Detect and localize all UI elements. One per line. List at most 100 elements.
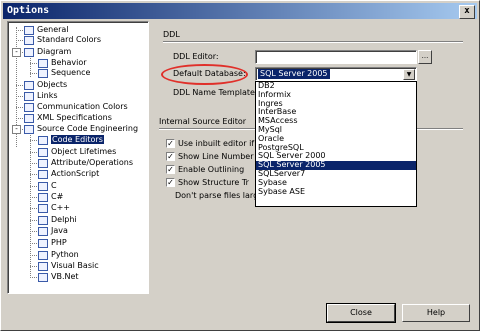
- show-line-number-checkbox[interactable]: ✓: [166, 152, 175, 161]
- window-title: Options: [7, 5, 50, 16]
- tree-item-vb-net[interactable]: VB.Net: [38, 272, 79, 282]
- c-icon: [38, 181, 48, 191]
- tree-item-c[interactable]: C: [38, 181, 57, 191]
- source-code-icon: [24, 124, 34, 134]
- objects-icon: [24, 80, 34, 90]
- tree-item-label: Delphi: [51, 215, 77, 224]
- enable-outlining-label: Enable Outlining: [178, 165, 245, 174]
- tree-item-sequence[interactable]: Sequence: [38, 68, 90, 78]
- tree-item-label: C++: [51, 203, 70, 212]
- tree-connector: [30, 197, 37, 198]
- tree-item-label: XML Specifications: [37, 113, 112, 122]
- tree-item-label: General: [37, 25, 69, 34]
- show-structure-tree-label: Show Structure Tr: [178, 178, 249, 187]
- tree-item-label: Communication Colors: [37, 102, 128, 111]
- tree-item-label: C: [51, 181, 57, 190]
- lifetimes-icon: [38, 147, 48, 157]
- tree-connector: [30, 266, 37, 267]
- tree-item-links[interactable]: Links: [24, 91, 58, 101]
- dropdown-option[interactable]: Sybase ASE: [256, 187, 416, 197]
- tree-item-label: Standard Colors: [37, 35, 101, 44]
- tree-connector: [30, 208, 37, 209]
- tree-connector: [30, 63, 37, 64]
- python-icon: [38, 250, 48, 260]
- tree-item-communication-colors[interactable]: Communication Colors: [24, 102, 128, 112]
- tree-item-source-code-engineering[interactable]: Source Code Engineering: [24, 124, 138, 134]
- collapse-icon[interactable]: -: [12, 48, 21, 57]
- tree-connector: [30, 220, 37, 221]
- enable-outlining-checkbox[interactable]: ✓: [166, 165, 175, 174]
- cpp-icon: [38, 203, 48, 213]
- java-icon: [38, 226, 48, 236]
- tree-item-standard-colors[interactable]: Standard Colors: [24, 35, 101, 45]
- options-window: Options x General Standard Colors Diagram -…: [0, 0, 480, 331]
- tree-item-label: Source Code Engineering: [37, 124, 139, 133]
- tree-item-label: Attribute/Operations: [51, 158, 133, 167]
- database-dropdown-list[interactable]: DB2 Informix Ingres InterBase MSAccess MySql O…: [255, 81, 417, 207]
- default-database-select[interactable]: SQL Server 2005 ▼: [255, 67, 417, 81]
- tree-item-java[interactable]: Java: [38, 226, 68, 236]
- tree-connector: [30, 73, 37, 74]
- tree-item-label: Code Editors: [51, 135, 104, 144]
- tree-item-behavior[interactable]: Behavior: [38, 58, 87, 68]
- tree-item-diagram[interactable]: Diagram: [24, 47, 71, 57]
- tree-item-label: VB.Net: [51, 272, 79, 281]
- php-icon: [38, 238, 48, 248]
- tree-item-python[interactable]: Python: [38, 250, 79, 260]
- dropdown-arrow-icon[interactable]: ▼: [403, 69, 415, 80]
- tree-connector: [16, 40, 23, 41]
- behavior-icon: [38, 58, 48, 68]
- tree-item-c[interactable]: C#: [38, 192, 63, 202]
- tree-connector: [30, 243, 37, 244]
- ddl-editor-browse-button[interactable]: ...: [418, 50, 432, 64]
- tree-connector: [16, 85, 23, 86]
- collapse-icon[interactable]: -: [12, 125, 21, 134]
- delphi-icon: [38, 215, 48, 225]
- tree-item-label: Visual Basic: [51, 261, 99, 270]
- tree-item-label: ActionScript: [51, 169, 100, 178]
- tree-item-attribute-operations[interactable]: Attribute/Operations: [38, 158, 133, 168]
- tree-item-label: Sequence: [51, 68, 91, 77]
- tree-connector: [16, 96, 23, 97]
- ddl-header: DDL: [163, 30, 180, 39]
- tree-item-label: Objects: [37, 80, 68, 89]
- tree-item-php[interactable]: PHP: [38, 238, 67, 248]
- tree-item-visual-basic[interactable]: Visual Basic: [38, 261, 99, 271]
- parse-size-label: Don't parse files larger: [175, 191, 267, 200]
- tree-item-general[interactable]: General: [24, 25, 69, 35]
- tree-item-label: Behavior: [51, 58, 87, 67]
- internal-editor-header: Internal Source Editor: [159, 117, 247, 126]
- tree-item-xml-specifications[interactable]: XML Specifications: [24, 113, 112, 123]
- tree-item-objects[interactable]: Objects: [24, 80, 67, 90]
- options-tree[interactable]: General Standard Colors Diagram - Behavior Se…: [7, 21, 149, 294]
- links-icon: [24, 91, 34, 101]
- vbnet-icon: [38, 272, 48, 282]
- tree-item-object-lifetimes[interactable]: Object Lifetimes: [38, 147, 116, 157]
- tree-item-code-editors[interactable]: Code Editors: [38, 135, 104, 145]
- tree-item-label: Java: [51, 226, 68, 235]
- use-inbuilt-editor-checkbox[interactable]: ✓: [166, 139, 175, 148]
- close-window-button[interactable]: x: [459, 5, 475, 19]
- tree-item-c[interactable]: C++: [38, 203, 70, 213]
- tree-connector: [30, 140, 37, 141]
- tree-item-label: Python: [51, 250, 79, 259]
- tree-item-actionscript[interactable]: ActionScript: [38, 169, 99, 179]
- tree-item-delphi[interactable]: Delphi: [38, 215, 77, 225]
- tree-item-label: C#: [51, 192, 64, 201]
- tree-connector: [30, 163, 37, 164]
- tree-connector: [30, 231, 37, 232]
- sequence-icon: [38, 68, 48, 78]
- close-button[interactable]: Close: [326, 303, 396, 323]
- show-structure-tree-checkbox[interactable]: ✓: [166, 178, 175, 187]
- tree-item-label: Links: [37, 91, 58, 100]
- diagram-icon: [24, 47, 34, 57]
- ddl-name-templates-label: DDL Name Templates:: [173, 88, 262, 97]
- tree-connector: [30, 255, 37, 256]
- ddl-divider: [163, 41, 463, 43]
- help-button[interactable]: Help: [402, 304, 470, 322]
- tree-connector: [16, 107, 23, 108]
- tree-connector: [30, 277, 37, 278]
- ddl-editor-label: DDL Editor:: [173, 52, 219, 61]
- default-database-label: Default Database:: [173, 69, 246, 78]
- ddl-editor-input[interactable]: [255, 50, 417, 64]
